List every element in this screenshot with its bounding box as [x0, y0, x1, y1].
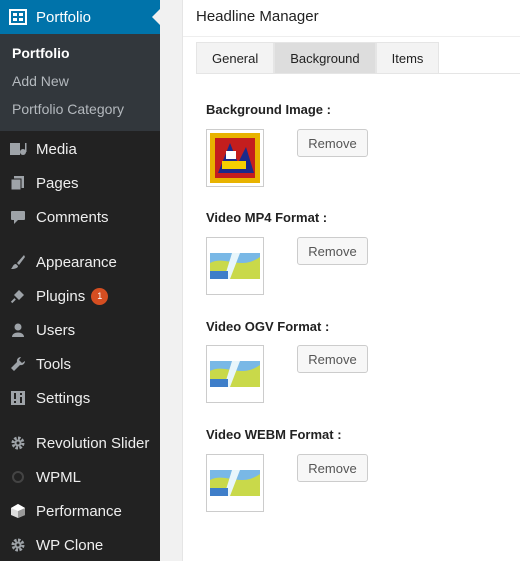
- background-image-label: Background Image :: [206, 102, 331, 117]
- submenu-item-portfolio[interactable]: Portfolio: [12, 45, 70, 65]
- update-count-badge: 1: [91, 287, 109, 305]
- remove-video-webm-button[interactable]: Remove: [297, 454, 368, 482]
- tab-bar: General Background Items: [196, 42, 440, 74]
- menu-item-appearance[interactable]: Appearance: [0, 245, 160, 279]
- menu-item-performance[interactable]: Performance: [0, 494, 160, 528]
- video-file-icon: [210, 241, 260, 291]
- menu-item-wpml[interactable]: WPML: [0, 460, 160, 494]
- video-webm-thumbnail[interactable]: [206, 454, 264, 512]
- video-ogv-label: Video OGV Format :: [206, 319, 330, 334]
- menu-item-revolution-slider[interactable]: Revolution Slider: [0, 426, 160, 460]
- brush-icon: [0, 245, 36, 279]
- menu-label: WPML: [36, 468, 81, 486]
- remove-video-mp4-button[interactable]: Remove: [297, 237, 368, 265]
- menu-item-pages[interactable]: Pages: [0, 166, 160, 200]
- menu-item-tools[interactable]: Tools: [0, 347, 160, 381]
- tab-items[interactable]: Items: [375, 42, 440, 74]
- menu-label: Revolution Slider: [36, 434, 150, 452]
- menu-label: Settings: [36, 389, 91, 407]
- video-file-icon: [210, 458, 260, 508]
- menu-item-settings[interactable]: Settings: [0, 381, 160, 415]
- users-icon: [0, 313, 36, 347]
- menu-label: Performance: [36, 502, 122, 520]
- media-icon: [0, 132, 36, 166]
- video-ogv-thumbnail[interactable]: [206, 345, 264, 403]
- menu-item-media[interactable]: Media: [0, 132, 160, 166]
- tab-divider: [196, 73, 520, 74]
- wrench-icon: [0, 347, 36, 381]
- menu-item-plugins[interactable]: Plugins 1: [0, 279, 160, 313]
- menu-label: Tools: [36, 355, 72, 373]
- background-image-thumbnail[interactable]: [206, 129, 264, 187]
- portfolio-icon: [0, 0, 36, 34]
- gear-icon: [0, 426, 36, 460]
- portfolio-submenu: Portfolio Add New Portfolio Category: [0, 34, 160, 131]
- comments-icon: [0, 200, 36, 234]
- menu-label: WP Clone: [36, 536, 104, 554]
- menu-label: Users: [36, 321, 76, 339]
- menu-label: Appearance: [36, 253, 117, 271]
- tab-background[interactable]: Background: [274, 42, 376, 74]
- gear-icon: [0, 528, 36, 561]
- wpml-icon: [0, 460, 36, 494]
- title-divider: [183, 36, 520, 37]
- menu-label: Pages: [36, 174, 79, 192]
- submenu-item-portfolio-category[interactable]: Portfolio Category: [12, 101, 124, 121]
- remove-video-ogv-button[interactable]: Remove: [297, 345, 368, 373]
- remove-background-image-button[interactable]: Remove: [297, 129, 368, 157]
- admin-sidebar: Portfolio Portfolio Add New Portfolio Ca…: [0, 0, 160, 561]
- video-mp4-label: Video MP4 Format :: [206, 210, 328, 225]
- menu-item-comments[interactable]: Comments: [0, 200, 160, 234]
- menu-label: Media: [36, 140, 77, 158]
- headline-manager-panel: Headline Manager General Background Item…: [182, 0, 520, 561]
- submenu-item-add-new[interactable]: Add New: [12, 73, 69, 93]
- menu-label: Plugins 1: [36, 287, 109, 305]
- plugin-icon: [0, 279, 36, 313]
- menu-label: Comments: [36, 208, 109, 226]
- pages-icon: [0, 166, 36, 200]
- menu-label: Portfolio: [36, 8, 92, 26]
- menu-item-wp-clone[interactable]: WP Clone: [0, 528, 160, 561]
- menu-item-portfolio[interactable]: Portfolio: [0, 0, 160, 34]
- settings-icon: [0, 381, 36, 415]
- video-webm-label: Video WEBM Format :: [206, 427, 342, 442]
- cube-icon: [0, 494, 36, 528]
- video-file-icon: [210, 349, 260, 399]
- poster-image-icon: [210, 133, 260, 183]
- menu-item-users[interactable]: Users: [0, 313, 160, 347]
- plugins-label: Plugins: [36, 287, 86, 305]
- tab-general[interactable]: General: [196, 42, 275, 74]
- page-title: Headline Manager: [196, 8, 319, 25]
- video-mp4-thumbnail[interactable]: [206, 237, 264, 295]
